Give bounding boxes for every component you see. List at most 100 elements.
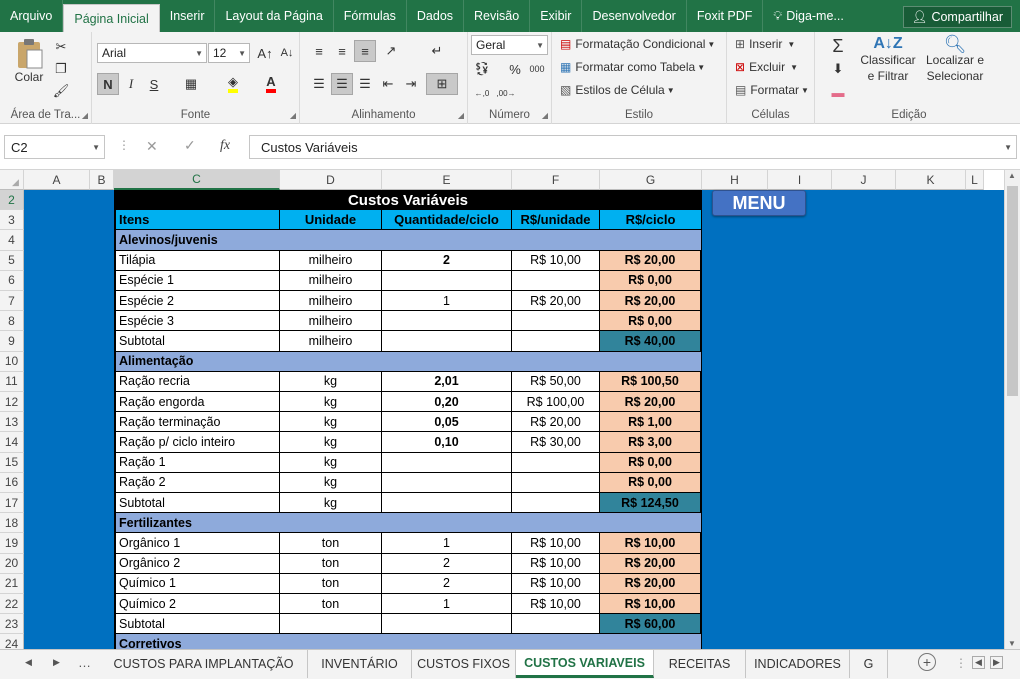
prev-sheet-icon[interactable]: ◀ (25, 657, 32, 668)
enter-icon[interactable]: ✓ (184, 137, 196, 154)
format-cells-button[interactable]: ▤ Formatar ▼ (735, 83, 809, 97)
row-header-23[interactable]: 23 (0, 614, 24, 635)
fill-color-button[interactable]: ◈ (222, 73, 244, 95)
align-top-button[interactable]: ≡ (308, 40, 330, 62)
column-header-e[interactable]: E (382, 170, 512, 190)
font-name-select[interactable]: Arial ▼ (97, 43, 207, 63)
row-header-20[interactable]: 20 (0, 553, 24, 574)
italic-button[interactable]: I (120, 73, 142, 95)
dialog-launcher-icon[interactable]: ◢ (458, 111, 464, 120)
tell-me-search[interactable]: 💡︎ Diga-me... (763, 0, 853, 32)
row-header-18[interactable]: 18 (0, 513, 24, 534)
cancel-icon[interactable]: ✕ (146, 138, 158, 155)
tab-revisao[interactable]: Revisão (464, 0, 531, 32)
row-header-22[interactable]: 22 (0, 594, 24, 615)
row-header-19[interactable]: 19 (0, 533, 24, 554)
row-header-17[interactable]: 17 (0, 493, 24, 514)
row-header-7[interactable]: 7 (0, 291, 24, 312)
align-left-button[interactable]: ☰ (308, 73, 330, 95)
column-header-c[interactable]: C (114, 170, 280, 190)
dialog-launcher-icon[interactable]: ◢ (542, 111, 548, 120)
row-header-3[interactable]: 3 (0, 210, 24, 231)
merge-center-button[interactable]: ⊞ (426, 73, 458, 95)
format-painter-button[interactable]: 🖌︎ (50, 80, 72, 102)
add-sheet-icon[interactable]: + (918, 653, 936, 671)
hscroll-left-icon[interactable]: ◀ (972, 656, 985, 669)
insert-cells-button[interactable]: ⊞ Inserir ▼ (735, 37, 795, 51)
align-center-button[interactable]: ☰ (331, 73, 353, 95)
decrease-decimal-button[interactable]: ,00→ (495, 82, 517, 104)
share-button[interactable]: 👤︎ Compartilhar (902, 6, 1012, 28)
format-as-table-button[interactable]: ▦ Formatar como Tabela ▼ (560, 60, 705, 74)
orientation-button[interactable]: ↗ (380, 40, 402, 62)
select-all-corner[interactable]: ◢ (0, 170, 24, 190)
font-size-select[interactable]: 12 ▼ (208, 43, 250, 63)
sheet-tab-2[interactable]: CUSTOS FIXOS (412, 650, 516, 678)
tab-layout-da-pagina[interactable]: Layout da Página (215, 0, 334, 32)
percent-button[interactable]: % (504, 58, 526, 80)
dialog-launcher-icon[interactable]: ◢ (82, 111, 88, 120)
column-header-k[interactable]: K (896, 170, 966, 190)
column-header-i[interactable]: I (768, 170, 832, 190)
row-header-5[interactable]: 5 (0, 250, 24, 271)
tab-pagina-inicial[interactable]: Página Inicial (63, 4, 160, 32)
row-header-14[interactable]: 14 (0, 432, 24, 453)
next-sheet-icon[interactable]: ▶ (53, 657, 60, 668)
formula-input[interactable]: Custos Variáveis ▼ (249, 135, 1017, 159)
row-header-2[interactable]: 2 (0, 190, 24, 211)
column-header-g[interactable]: G (600, 170, 702, 190)
delete-cells-button[interactable]: ⊠ Excluir ▼ (735, 60, 798, 74)
row-header-9[interactable]: 9 (0, 331, 24, 352)
more-sheets-icon[interactable]: … (78, 655, 91, 670)
cut-button[interactable]: ✂ (50, 36, 72, 58)
find-select-button[interactable]: 🔍︎ Localizar e Selecionar (923, 35, 987, 84)
row-header-6[interactable]: 6 (0, 270, 24, 291)
align-right-button[interactable]: ☰ (354, 73, 376, 95)
scroll-down-icon[interactable]: ▼ (1008, 639, 1016, 648)
row-header-4[interactable]: 4 (0, 230, 24, 251)
sheet-tab-1[interactable]: INVENTÁRIO (308, 650, 412, 678)
align-bottom-button[interactable]: ≡ (354, 40, 376, 62)
sheet-tab-4[interactable]: RECEITAS (654, 650, 746, 678)
column-header-f[interactable]: F (512, 170, 600, 190)
column-header-j[interactable]: J (832, 170, 896, 190)
vertical-scrollbar[interactable]: ▲ ▼ (1004, 170, 1020, 649)
cell-styles-button[interactable]: ▧ Estilos de Célula ▼ (560, 83, 675, 97)
thousands-button[interactable]: 000 (526, 58, 548, 80)
row-header-16[interactable]: 16 (0, 472, 24, 493)
worksheet-grid[interactable]: ◢ A B C D E F G H I J K L 2 3 4 5 6 7 8 9 10 11 12 13 14 15 16 17 18… (0, 170, 1020, 655)
underline-button[interactable]: S (143, 73, 165, 95)
increase-decimal-button[interactable]: ←,0 (471, 82, 493, 104)
increase-font-button[interactable]: A↑ (254, 42, 276, 64)
tab-formulas[interactable]: Fórmulas (334, 0, 407, 32)
column-header-b[interactable]: B (90, 170, 114, 190)
column-header-d[interactable]: D (280, 170, 382, 190)
tab-exibir[interactable]: Exibir (530, 0, 583, 32)
row-header-11[interactable]: 11 (0, 371, 24, 392)
tab-desenvolvedor[interactable]: Desenvolvedor (582, 0, 687, 32)
row-header-12[interactable]: 12 (0, 392, 24, 413)
conditional-formatting-button[interactable]: ▤ Formatação Condicional ▼ (560, 37, 715, 51)
decrease-indent-button[interactable]: ⇤ (377, 73, 399, 95)
sheet-tab-6[interactable]: G (850, 650, 888, 678)
name-box[interactable]: C2 ▼ (4, 135, 105, 159)
row-header-21[interactable]: 21 (0, 573, 24, 594)
borders-button[interactable]: ▦ (180, 73, 202, 95)
hscroll-right-icon[interactable]: ▶ (990, 656, 1003, 669)
vertical-scroll-thumb[interactable] (1007, 186, 1018, 396)
tab-inserir[interactable]: Inserir (160, 0, 216, 32)
sheet-tab-0[interactable]: CUSTOS PARA IMPLANTAÇÃO (100, 650, 308, 678)
wrap-text-button[interactable]: ↵ (426, 40, 448, 62)
autosum-button[interactable]: Σ (827, 35, 849, 57)
row-header-15[interactable]: 15 (0, 452, 24, 473)
tab-dados[interactable]: Dados (407, 0, 465, 32)
currency-button[interactable]: 💱︎ (471, 58, 493, 80)
clear-button[interactable]: ▬ (827, 81, 849, 103)
fill-button[interactable]: ⬇ (827, 58, 849, 80)
column-header-a[interactable]: A (24, 170, 90, 190)
align-middle-button[interactable]: ≡ (331, 40, 353, 62)
dialog-launcher-icon[interactable]: ◢ (290, 111, 296, 120)
row-header-8[interactable]: 8 (0, 311, 24, 332)
row-header-13[interactable]: 13 (0, 412, 24, 433)
font-color-button[interactable]: A (260, 73, 282, 95)
